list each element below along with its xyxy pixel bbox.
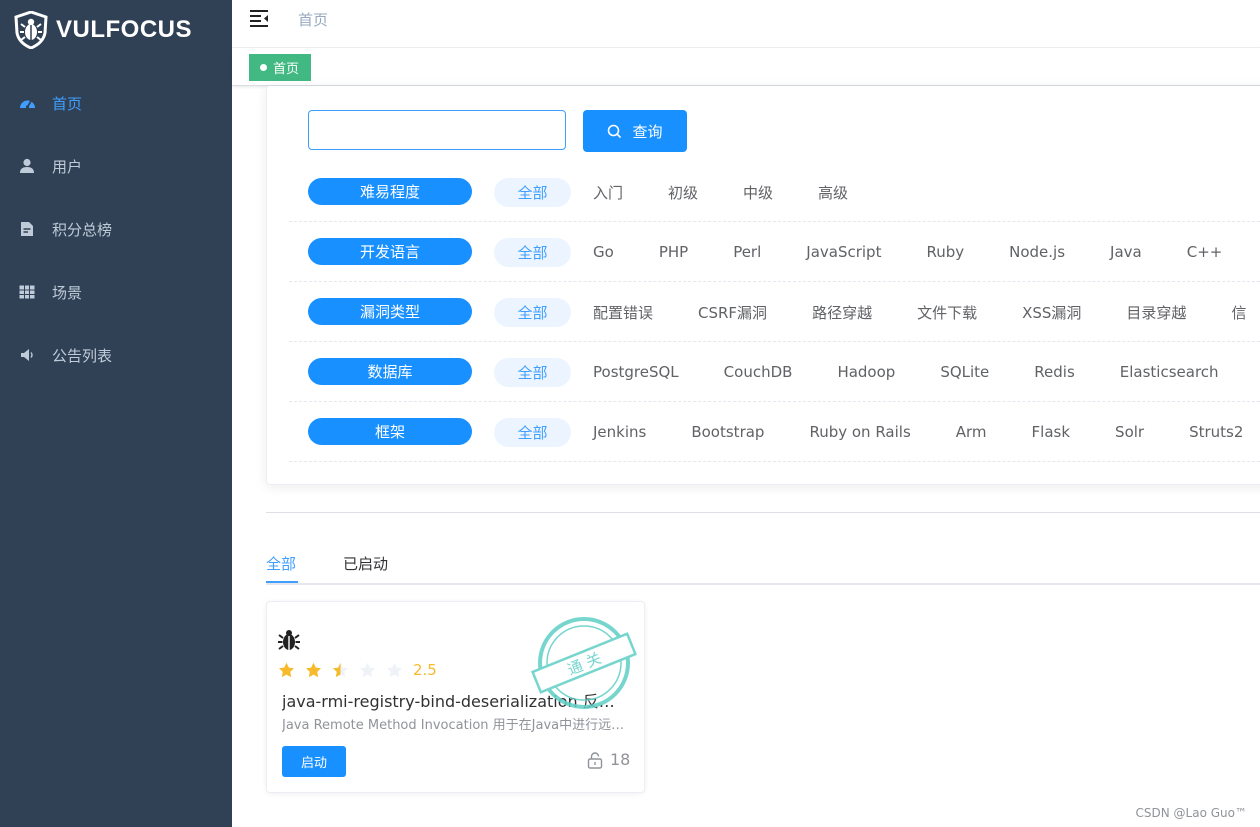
- filter-all-chip[interactable]: 全部: [494, 178, 571, 207]
- rating-stars: 2.5: [278, 661, 437, 679]
- tab-all[interactable]: 全部: [266, 553, 296, 574]
- star-icon: [360, 662, 375, 677]
- sidebar-item-leaderboard[interactable]: 积分总榜: [0, 201, 232, 257]
- star-icon: [333, 662, 348, 677]
- filter-option[interactable]: XSS漏洞: [1022, 302, 1081, 323]
- sidebar-item-users[interactable]: 用户: [0, 138, 232, 194]
- filter-all-chip[interactable]: 全部: [494, 418, 571, 447]
- filter-option[interactable]: Node.js: [1009, 243, 1065, 261]
- sidebar-item-announcements[interactable]: 公告列表: [0, 327, 232, 383]
- filter-option[interactable]: 目录穿越: [1126, 302, 1186, 323]
- filter-all-chip[interactable]: 全部: [494, 358, 571, 387]
- tag-view-home[interactable]: 首页: [249, 54, 311, 81]
- filter-option[interactable]: 文件下载: [917, 302, 977, 323]
- shield-bug-icon: [14, 11, 48, 49]
- filter-all-chip[interactable]: 全部: [494, 238, 571, 267]
- sidebar-item-label: 公告列表: [52, 346, 113, 365]
- filter-category-label: 漏洞类型: [308, 298, 472, 325]
- filter-option[interactable]: CSRF漏洞: [698, 302, 767, 323]
- filter-option[interactable]: Arm: [956, 423, 987, 441]
- filter-row-database: 数据库 全部 PostgreSQL CouchDB Hadoop SQLite …: [289, 342, 1260, 402]
- sidebar-item-home[interactable]: 首页: [0, 75, 232, 131]
- filter-option[interactable]: Solr: [1115, 423, 1144, 441]
- filter-category-label: 难易程度: [308, 178, 472, 205]
- star-icon: [306, 662, 321, 677]
- filter-category-label: 数据库: [308, 358, 472, 385]
- breadcrumb: 首页: [298, 11, 329, 29]
- search-button-label: 查询: [632, 122, 663, 141]
- vuln-card[interactable]: 2.5 java-rmi-registry-bind-deserializati…: [266, 601, 645, 793]
- table-icon: [18, 283, 36, 301]
- filter-row-difficulty: 难易程度 全部 入门 初级 中级 高级: [289, 162, 1260, 222]
- tags-view-bar: 首页: [232, 48, 1260, 86]
- cleared-stamp: 通 关: [530, 617, 638, 709]
- filter-option[interactable]: Redis: [1034, 363, 1074, 381]
- unlock-icon: [587, 752, 603, 769]
- start-button[interactable]: 启动: [282, 746, 346, 777]
- dashboard-icon: [18, 94, 36, 112]
- navbar: 首页: [232, 0, 1260, 48]
- filter-option[interactable]: Hadoop: [837, 363, 895, 381]
- tab-started[interactable]: 已启动: [343, 553, 388, 574]
- search-icon: [608, 124, 622, 138]
- filter-option[interactable]: Go: [593, 243, 614, 261]
- filter-option[interactable]: 入门: [593, 182, 623, 203]
- filter-option[interactable]: Java: [1110, 243, 1142, 261]
- filter-all-chip[interactable]: 全部: [494, 298, 571, 327]
- bug-icon: [278, 630, 300, 650]
- filter-option[interactable]: 高级: [818, 182, 848, 203]
- filter-option[interactable]: 中级: [743, 182, 773, 203]
- sidebar-item-scenes[interactable]: 场景: [0, 264, 232, 320]
- filter-option[interactable]: Elasticsearch: [1120, 363, 1219, 381]
- filter-category-label: 框架: [308, 418, 472, 445]
- search-button[interactable]: 查询: [583, 110, 687, 152]
- star-icon: [279, 662, 294, 677]
- menu-fold-icon[interactable]: [249, 8, 269, 28]
- filter-option[interactable]: 信: [1231, 302, 1246, 323]
- document-icon: [18, 220, 36, 238]
- status-tabs: 全部 已启动: [266, 548, 1260, 585]
- filter-option[interactable]: Flask: [1032, 423, 1071, 441]
- filter-option[interactable]: JavaScript: [806, 243, 881, 261]
- active-dot-icon: [260, 64, 267, 71]
- filter-option[interactable]: Bootstrap: [691, 423, 764, 441]
- filter-row-framework: 框架 全部 Jenkins Bootstrap Ruby on Rails Ar…: [289, 402, 1260, 462]
- filter-option[interactable]: 路径穿越: [812, 302, 872, 323]
- user-icon: [18, 157, 36, 175]
- filter-option[interactable]: Ruby on Rails: [809, 423, 910, 441]
- filter-category-label: 开发语言: [308, 238, 472, 265]
- unlock-count: 18: [610, 750, 631, 769]
- sidebar-item-label: 积分总榜: [52, 220, 113, 239]
- app-name: VULFOCUS: [56, 16, 192, 43]
- sidebar-item-label: 用户: [52, 157, 83, 176]
- active-tab-indicator: [266, 581, 298, 583]
- search-input[interactable]: [308, 110, 566, 150]
- sidebar-item-label: 首页: [52, 94, 83, 113]
- filter-option[interactable]: Perl: [733, 243, 761, 261]
- filter-option[interactable]: Jenkins: [593, 423, 646, 441]
- app-logo[interactable]: VULFOCUS: [14, 10, 192, 50]
- filter-option[interactable]: C++: [1187, 243, 1223, 261]
- filter-row-language: 开发语言 全部 Go PHP Perl JavaScript Ruby Node…: [289, 222, 1260, 282]
- filter-option[interactable]: CouchDB: [724, 363, 793, 381]
- tag-view-label: 首页: [273, 62, 300, 77]
- sidebar: VULFOCUS 首页 用户 积分总榜 场景 公告列表: [0, 0, 232, 827]
- filter-option[interactable]: 配置错误: [593, 302, 653, 323]
- star-icon: [387, 662, 402, 677]
- speaker-icon: [18, 346, 36, 364]
- filter-option[interactable]: PHP: [659, 243, 688, 261]
- filter-option[interactable]: SQLite: [940, 363, 989, 381]
- filter-option[interactable]: PostgreSQL: [593, 363, 679, 381]
- filter-option[interactable]: 初级: [668, 182, 698, 203]
- filter-option[interactable]: Struts2: [1189, 423, 1243, 441]
- section-divider: [266, 512, 1260, 513]
- filter-row-vuln-type: 漏洞类型 全部 配置错误 CSRF漏洞 路径穿越 文件下载 XSS漏洞 目录穿越…: [289, 282, 1260, 342]
- filter-option[interactable]: Ruby: [926, 243, 964, 261]
- watermark: CSDN @Lao Guo™: [1135, 806, 1247, 820]
- sidebar-item-label: 场景: [52, 283, 83, 302]
- rating-score: 2.5: [413, 661, 437, 679]
